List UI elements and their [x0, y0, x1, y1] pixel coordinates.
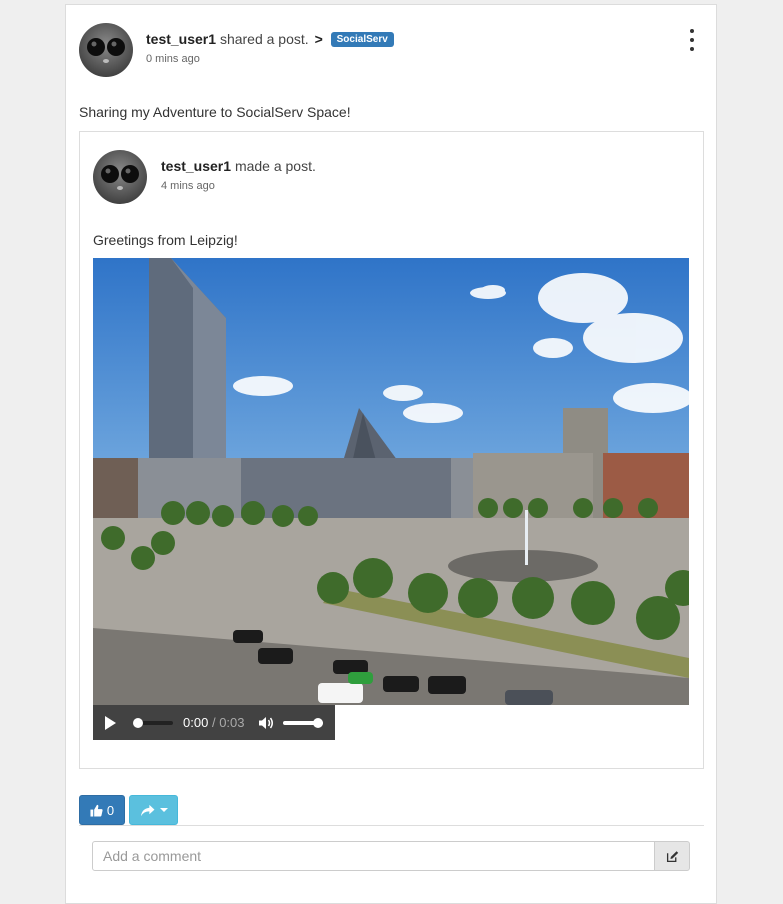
post-text: Sharing my Adventure to SocialServ Space…	[79, 104, 351, 120]
shared-post-header: test_user1 made a post.	[161, 158, 316, 174]
post-timestamp: 0 mins ago	[146, 53, 200, 65]
author-name-link[interactable]: test_user1	[146, 31, 216, 47]
chevron-down-icon	[159, 808, 168, 812]
divider	[79, 825, 704, 826]
post-card: test_user1 shared a post. > SocialServ 0…	[65, 4, 717, 904]
play-icon[interactable]	[105, 716, 116, 730]
group-badge[interactable]: SocialServ	[330, 32, 394, 47]
shared-post-timestamp: 4 mins ago	[161, 180, 215, 192]
volume-icon[interactable]	[258, 715, 274, 731]
like-count: 0	[106, 802, 115, 818]
post-header: test_user1 shared a post. > SocialServ	[146, 31, 394, 47]
share-dropdown-button[interactable]	[129, 795, 178, 825]
edit-icon	[666, 850, 678, 862]
shared-post-action-text: made a post.	[234, 158, 316, 174]
time-separator: /	[211, 715, 216, 730]
comment-submit-button[interactable]	[654, 841, 690, 871]
duration-time: 0:03	[219, 715, 245, 730]
post-action-text: shared a post.	[219, 31, 309, 47]
like-button[interactable]: 0	[79, 795, 125, 825]
post-image[interactable]	[93, 258, 689, 705]
current-time: 0:00	[183, 715, 209, 730]
post-menu-kebab-icon[interactable]	[688, 29, 696, 51]
shared-post-card: test_user1 made a post. 4 mins ago Greet…	[79, 131, 704, 769]
volume-handle[interactable]	[313, 718, 323, 728]
author-avatar[interactable]	[79, 23, 133, 77]
player-time: 0:00 / 0:03	[183, 715, 245, 730]
shared-author-avatar[interactable]	[93, 150, 147, 204]
comment-input[interactable]	[92, 841, 655, 871]
shared-post-text: Greetings from Leipzig!	[93, 232, 238, 248]
seek-handle[interactable]	[133, 718, 143, 728]
thumbs-up-icon	[90, 804, 103, 817]
share-icon	[140, 804, 154, 816]
seek-slider[interactable]	[133, 718, 173, 728]
volume-slider[interactable]	[283, 718, 323, 728]
shared-author-name-link[interactable]: test_user1	[161, 158, 231, 174]
audio-player: 0:00 / 0:03	[93, 705, 335, 740]
arrow-separator: >	[314, 31, 323, 47]
